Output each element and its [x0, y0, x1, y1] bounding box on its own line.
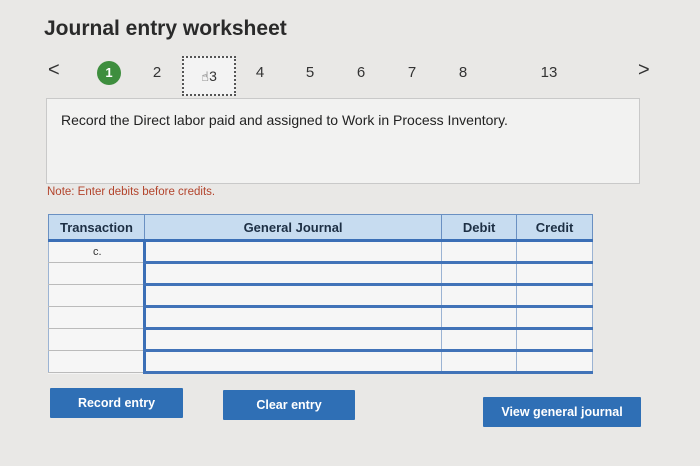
- account-input[interactable]: [142, 328, 443, 352]
- col-credit: Credit: [516, 214, 593, 242]
- page-1-button[interactable]: 1: [97, 61, 121, 85]
- debit-input[interactable]: [441, 240, 518, 264]
- view-general-journal-button[interactable]: View general journal: [483, 397, 641, 427]
- page-2-button[interactable]: 2: [146, 64, 168, 81]
- prev-arrow-icon[interactable]: <: [48, 59, 60, 82]
- account-input[interactable]: [142, 284, 443, 308]
- account-input[interactable]: [142, 306, 443, 330]
- transaction-cell: c.: [48, 240, 145, 263]
- page-7-button[interactable]: 7: [401, 64, 423, 81]
- table-row: [48, 328, 593, 352]
- table-row: [48, 306, 593, 330]
- page-8-button[interactable]: 8: [452, 64, 474, 81]
- page-13-button[interactable]: 13: [538, 64, 560, 81]
- transaction-cell: [48, 284, 145, 307]
- next-arrow-icon[interactable]: >: [638, 59, 650, 82]
- credit-input[interactable]: [516, 240, 593, 264]
- col-debit: Debit: [441, 214, 518, 242]
- credit-input[interactable]: [516, 328, 593, 352]
- note-text: Note: Enter debits before credits.: [47, 186, 216, 198]
- col-transaction: Transaction: [48, 214, 145, 242]
- prompt-box: Record the Direct labor paid and assigne…: [46, 98, 640, 184]
- prompt-text: Record the Direct labor paid and assigne…: [61, 112, 508, 128]
- credit-input[interactable]: [516, 284, 593, 308]
- hand-pointer-icon: ☝: [201, 69, 210, 84]
- worksheet-title: Journal entry worksheet: [44, 17, 287, 40]
- page-4-button[interactable]: 4: [249, 64, 271, 81]
- transaction-cell: [48, 306, 145, 329]
- table-row: [48, 284, 593, 308]
- page-3-label: 3: [209, 68, 217, 84]
- clear-entry-button[interactable]: Clear entry: [223, 390, 355, 420]
- account-input[interactable]: [142, 262, 443, 286]
- page-3-button[interactable]: ☝3: [182, 56, 236, 96]
- transaction-cell: [48, 350, 145, 373]
- page-navigator: < 1 2 ☝3 4 5 6 7 8 13 >: [0, 56, 700, 96]
- debit-input[interactable]: [441, 328, 518, 352]
- credit-input[interactable]: [516, 262, 593, 286]
- page-6-button[interactable]: 6: [350, 64, 372, 81]
- table-row: c.: [48, 240, 593, 264]
- account-input[interactable]: [142, 240, 443, 264]
- credit-input[interactable]: [516, 350, 593, 374]
- debit-input[interactable]: [441, 306, 518, 330]
- transaction-cell: [48, 262, 145, 285]
- col-general-journal: General Journal: [143, 214, 443, 242]
- table-row: [48, 262, 593, 286]
- debit-input[interactable]: [441, 350, 518, 374]
- account-input[interactable]: [142, 350, 443, 374]
- page-5-button[interactable]: 5: [299, 64, 321, 81]
- transaction-cell: [48, 328, 145, 351]
- table-row: [48, 350, 593, 374]
- debit-input[interactable]: [441, 284, 518, 308]
- table-header-row: Transaction General Journal Debit Credit: [48, 214, 593, 242]
- record-entry-button[interactable]: Record entry: [50, 388, 183, 418]
- debit-input[interactable]: [441, 262, 518, 286]
- credit-input[interactable]: [516, 306, 593, 330]
- journal-table: Transaction General Journal Debit Credit…: [48, 214, 593, 374]
